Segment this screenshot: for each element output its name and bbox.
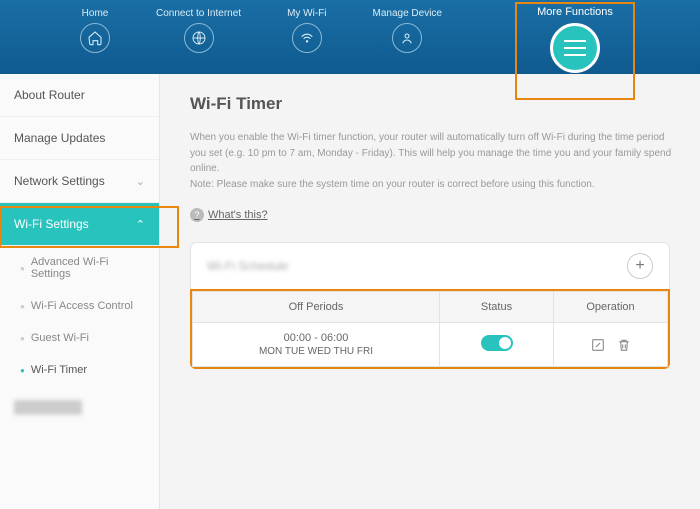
cell-status (440, 323, 554, 367)
more-functions-highlight: More Functions (515, 2, 635, 100)
sidebar-sub-access[interactable]: Wi-Fi Access Control (0, 290, 159, 322)
sidebar-sub-label: Wi-Fi Timer (31, 364, 87, 376)
sidebar-sub-timer[interactable]: Wi-Fi Timer (0, 354, 159, 386)
status-toggle[interactable] (481, 335, 513, 351)
panel-header: Wi-Fi Schedule + (191, 243, 669, 290)
more-functions-button[interactable] (550, 23, 600, 73)
edit-icon[interactable] (590, 337, 606, 353)
sidebar-label: Network Settings (14, 174, 105, 188)
sidebar-sub-guest[interactable]: Guest Wi-Fi (0, 322, 159, 354)
sidebar-sub-label: Wi-Fi Access Control (31, 300, 133, 312)
schedule-table: Off Periods Status Operation 00:00 - 06:… (192, 291, 668, 367)
hamburger-icon (564, 40, 586, 42)
th-operation: Operation (554, 292, 668, 323)
nav-manage[interactable]: Manage Device (373, 8, 442, 53)
schedule-table-highlight: Off Periods Status Operation 00:00 - 06:… (190, 289, 670, 369)
sidebar-label: Manage Updates (14, 131, 105, 145)
main-content: Wi-Fi Timer When you enable the Wi-Fi ti… (160, 74, 700, 509)
nav-connect-label: Connect to Internet (156, 8, 241, 19)
chevron-up-icon: ⌃ (136, 218, 145, 231)
nav-manage-label: Manage Device (373, 8, 442, 19)
cell-operation (554, 323, 668, 367)
sidebar-sub-advanced[interactable]: Advanced Wi-Fi Settings (0, 246, 159, 290)
sidebar: About Router Manage Updates Network Sett… (0, 74, 160, 509)
sidebar-label: Wi-Fi Settings (14, 217, 89, 231)
cell-period: 00:00 - 06:00 MON TUE WED THU FRI (193, 323, 440, 367)
table-row: 00:00 - 06:00 MON TUE WED THU FRI (193, 323, 668, 367)
sidebar-item-about[interactable]: About Router (0, 74, 159, 117)
nav-connect[interactable]: Connect to Internet (156, 8, 241, 53)
home-icon (80, 23, 110, 53)
whats-this-label: What's this? (208, 209, 268, 221)
page-description: When you enable the Wi-Fi timer function… (190, 130, 676, 192)
sidebar-sub-label: Advanced Wi-Fi Settings (31, 256, 145, 280)
sidebar-item-blurred: ████████ (0, 386, 159, 428)
th-status: Status (440, 292, 554, 323)
nav-wifi[interactable]: My Wi-Fi (287, 8, 326, 53)
sidebar-label: About Router (14, 88, 85, 102)
wifi-icon (292, 23, 322, 53)
question-icon: ? (190, 208, 204, 222)
schedule-panel: Wi-Fi Schedule + Off Periods Status Oper… (190, 242, 670, 369)
nav-home-label: Home (82, 8, 109, 19)
globe-icon (184, 23, 214, 53)
sidebar-item-wifi-settings[interactable]: Wi-Fi Settings ⌃ (0, 203, 159, 246)
period-days: MON TUE WED THU FRI (199, 346, 433, 357)
nav-wifi-label: My Wi-Fi (287, 8, 326, 19)
delete-icon[interactable] (616, 337, 632, 353)
add-schedule-button[interactable]: + (627, 253, 653, 279)
nav-home[interactable]: Home (80, 8, 110, 53)
whats-this-link[interactable]: ? What's this? (190, 208, 676, 222)
sidebar-item-network[interactable]: Network Settings ⌄ (0, 160, 159, 203)
period-time: 00:00 - 06:00 (199, 332, 433, 344)
th-off-periods: Off Periods (193, 292, 440, 323)
plus-icon: + (635, 257, 644, 275)
user-icon (392, 23, 422, 53)
more-functions-label: More Functions (537, 6, 613, 18)
sidebar-item-updates[interactable]: Manage Updates (0, 117, 159, 160)
panel-title: Wi-Fi Schedule (207, 259, 288, 273)
chevron-down-icon: ⌄ (136, 175, 145, 188)
sidebar-sub-label: Guest Wi-Fi (31, 332, 89, 344)
